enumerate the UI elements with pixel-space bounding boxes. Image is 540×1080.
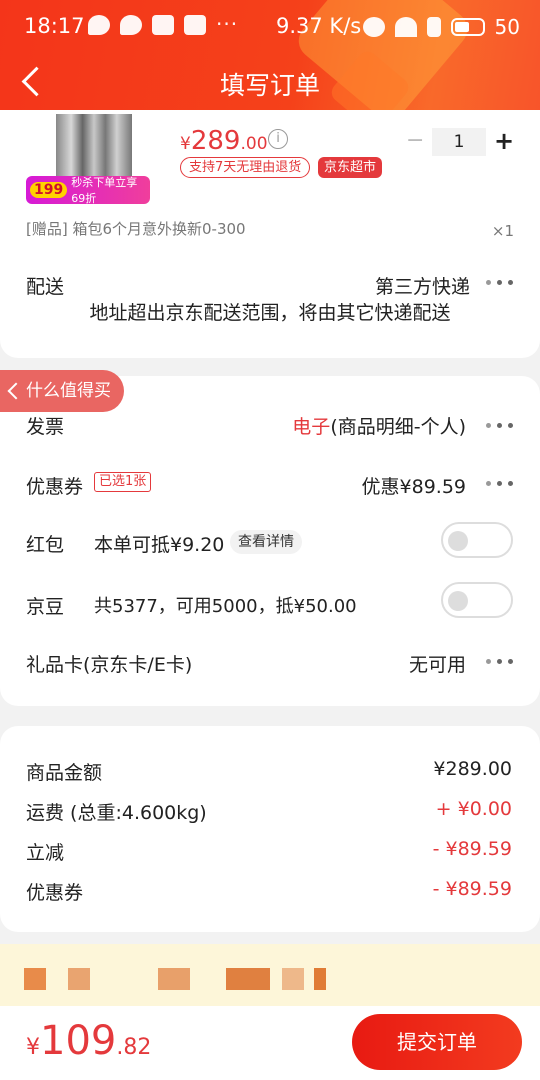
invoice-value[interactable]: 电子(商品明细-个人) [292, 412, 466, 439]
view-details-button[interactable]: 查看详情 [230, 530, 302, 554]
total-symbol: ¥ [26, 1035, 40, 1060]
summary-value: - ¥89.59 [432, 878, 512, 900]
invoice-label: 发票 [26, 416, 65, 438]
supermarket-tag: 京东超市 [318, 157, 383, 178]
delivery-note: 地址超出京东配送范围，将由其它快递配送 [89, 302, 451, 324]
promo-banner: 199 秒杀下单立享69折 [26, 176, 150, 205]
gift-card-label: 礼品卡(京东卡/E卡) [26, 654, 193, 676]
summary-label: 立减 [26, 842, 65, 864]
pixel-block [314, 968, 326, 990]
invoice-detail: (商品明细-个人) [330, 416, 466, 438]
red-packet-text: 本单可抵¥9.20 [94, 534, 225, 556]
coupon-selected-badge: 已选1张 [94, 472, 152, 492]
delivery-value[interactable]: 第三方快递 [375, 272, 470, 299]
jingdou-text: 共5377，可用5000，抵¥50.00 [94, 596, 357, 617]
pixel-block [282, 968, 304, 990]
quantity-plus-button[interactable]: + [494, 128, 514, 156]
header-bar: 18:17 ··· 9.37 K/s 50 填写订单 [0, 0, 540, 120]
status-time: 18:17 [24, 14, 85, 38]
jingdou-toggle[interactable] [441, 582, 513, 618]
coupon-more-icon[interactable] [486, 478, 514, 488]
more-notifications-icon: ··· [216, 12, 239, 36]
summary-value: + ¥0.00 [435, 798, 512, 820]
title-bar: 填写订单 [0, 58, 540, 106]
battery-icon [450, 18, 485, 36]
summary-value: - ¥89.59 [432, 838, 512, 860]
news-icon [184, 15, 206, 35]
page-title: 填写订单 [219, 71, 320, 100]
red-packet-label: 红包 [26, 534, 65, 556]
gift-card-value[interactable]: 无可用 [409, 650, 466, 677]
promo-text: 秒杀下单立享69折 [71, 176, 138, 205]
gift-quantity: ×1 [491, 222, 514, 240]
price-integer: 289 [190, 126, 241, 156]
pixel-block [158, 968, 190, 990]
price-symbol: ¥ [180, 134, 191, 154]
wifi-icon [394, 17, 417, 37]
network-speed: 9.37 K/s [276, 14, 362, 38]
notification-icons: ··· [88, 12, 242, 36]
order-total: ¥109.82 [26, 1018, 151, 1064]
summary-label: 优惠券 [26, 882, 84, 904]
promo-number: 199 [30, 182, 68, 198]
pixel-block [24, 968, 46, 990]
invoice-type: 电子 [292, 416, 331, 438]
return-policy-tag: 支持7天无理由退货 [180, 157, 311, 178]
pixel-block [68, 968, 90, 990]
price-decimal: .00 [240, 134, 268, 154]
chat-bubble-icon [88, 15, 110, 35]
summary-label: 运费 (总重:4.600kg) [26, 802, 207, 824]
quantity-minus-button[interactable]: − [406, 128, 424, 156]
gift-card-more-icon[interactable] [486, 656, 514, 666]
coupon-value[interactable]: 优惠¥89.59 [362, 472, 466, 499]
coupon-label: 优惠券 [26, 476, 84, 498]
product-price: ¥289.00 [180, 126, 268, 156]
recommend-float-button[interactable]: 什么值得买 [0, 370, 124, 412]
alarm-icon [362, 17, 385, 37]
jingdou-label: 京豆 [26, 596, 65, 618]
submit-order-button[interactable]: 提交订单 [352, 1014, 522, 1070]
summary-value: ¥289.00 [433, 758, 512, 780]
qq-icon [152, 15, 174, 35]
summary-label: 商品金额 [26, 762, 103, 784]
status-bar: 18:17 ··· 9.37 K/s 50 [0, 0, 540, 56]
wechat-icon [120, 15, 142, 35]
invoice-more-icon[interactable] [486, 420, 514, 430]
red-packet-toggle[interactable] [441, 522, 513, 558]
pixel-block [226, 968, 270, 990]
battery-level: 50 [494, 15, 520, 39]
delivery-more-icon[interactable] [486, 277, 514, 287]
gift-item: [赠品] 箱包6个月意外换新0-300 [26, 220, 246, 238]
delivery-label: 配送 [26, 276, 65, 298]
info-icon[interactable]: i [268, 129, 288, 149]
signal-icon [426, 17, 441, 37]
system-icons: 50 [362, 15, 520, 39]
total-decimal: .82 [116, 1035, 152, 1060]
quantity-input[interactable]: 1 [432, 128, 486, 156]
total-integer: 109 [40, 1018, 117, 1064]
